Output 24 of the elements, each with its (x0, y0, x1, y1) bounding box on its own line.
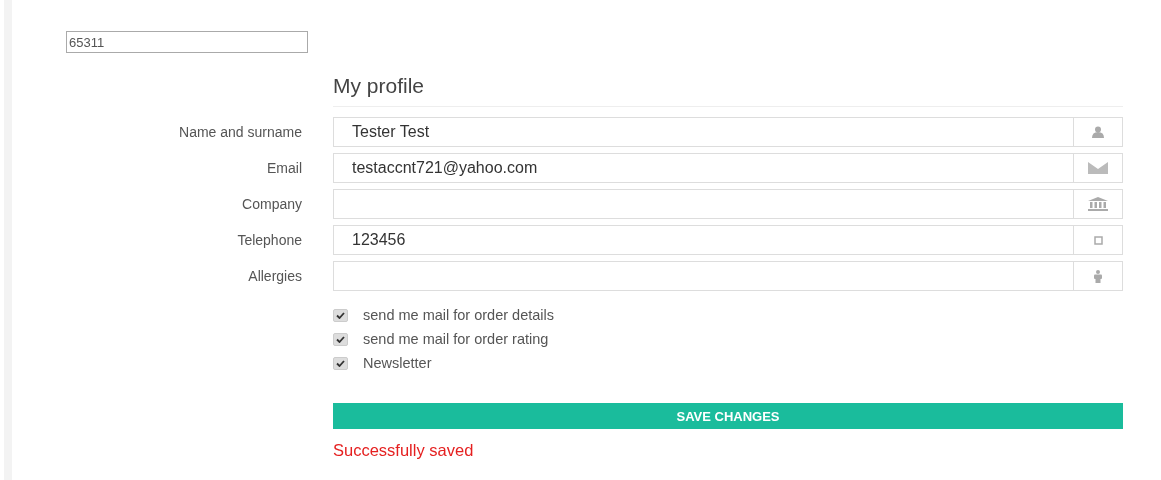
checkbox-label: send me mail for order rating (363, 331, 549, 347)
input-field[interactable] (333, 261, 1073, 291)
checkbox[interactable] (333, 332, 348, 346)
code-field[interactable]: 65311 (66, 31, 308, 53)
field-label: Allergies (247, 268, 302, 284)
checkbox-label: send me mail for order details (363, 307, 554, 323)
field-label: Name and surname (178, 124, 302, 140)
field-label: Company (241, 196, 302, 212)
person-figure-icon (1093, 269, 1103, 283)
person-icon (1091, 126, 1105, 138)
checkbox[interactable] (333, 356, 348, 370)
square-icon (1093, 235, 1103, 245)
input-field[interactable] (333, 189, 1073, 219)
checkbox[interactable] (333, 308, 348, 322)
page-title: My profile (333, 74, 1123, 107)
field-label: Email (266, 160, 302, 176)
input-field[interactable]: Tester Test (333, 117, 1073, 147)
field-label: Telephone (236, 232, 302, 248)
input-field[interactable]: testaccnt721@yahoo.com (333, 153, 1073, 183)
input-field[interactable]: 123456 (333, 225, 1073, 255)
checkbox-label: Newsletter (363, 355, 432, 371)
bank-icon (1087, 197, 1109, 211)
status-message: Successfully saved (333, 441, 475, 460)
envelope-icon (1088, 162, 1108, 174)
